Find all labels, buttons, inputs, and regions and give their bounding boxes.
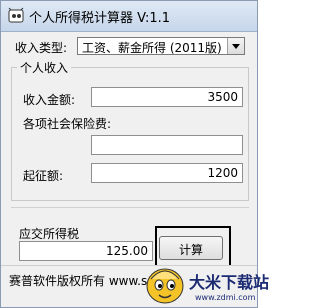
threshold-label: 起征额: bbox=[23, 169, 64, 183]
threshold-field[interactable]: 1200 bbox=[91, 163, 243, 183]
threshold-value: 1200 bbox=[207, 166, 238, 180]
personal-income-legend: 个人收入 bbox=[17, 59, 72, 76]
income-amount-value: 3500 bbox=[207, 90, 238, 104]
income-type-select[interactable]: 工资、薪金所得 (2011版) bbox=[77, 37, 245, 55]
copyright-text: 赛普软件版权所有 www.s bbox=[9, 274, 148, 288]
watermark-title: 大米下载站 bbox=[189, 273, 270, 292]
divider bbox=[11, 207, 249, 208]
income-amount-field[interactable]: 3500 bbox=[91, 87, 243, 107]
title-bar[interactable]: 个人所得税计算器 V:1.1 bbox=[1, 1, 257, 32]
app-window: 个人所得税计算器 V:1.1 收入类型: 工资、薪金所得 (2011版) 个人收… bbox=[0, 0, 269, 308]
window-title: 个人所得税计算器 V:1.1 bbox=[29, 11, 171, 26]
income-type-value: 工资、薪金所得 (2011版) bbox=[82, 41, 222, 55]
app-icon bbox=[8, 7, 24, 23]
social-insurance-field[interactable] bbox=[91, 135, 243, 155]
income-amount-label: 收入金额: bbox=[23, 93, 76, 107]
tax-label: 应交所得税 bbox=[19, 227, 80, 241]
watermark-url: www.zdmi.com bbox=[195, 293, 256, 302]
calculate-button[interactable]: 计算 bbox=[159, 236, 223, 260]
watermark-logo-icon bbox=[146, 268, 184, 304]
tax-result-value: 125.00 bbox=[106, 244, 148, 258]
social-insurance-label: 各项社会保险费: bbox=[23, 117, 112, 131]
tax-result-field: 125.00 bbox=[19, 241, 153, 261]
income-type-label: 收入类型: bbox=[15, 41, 68, 55]
calculate-button-label: 计算 bbox=[178, 243, 203, 257]
chevron-down-icon[interactable] bbox=[227, 38, 244, 54]
